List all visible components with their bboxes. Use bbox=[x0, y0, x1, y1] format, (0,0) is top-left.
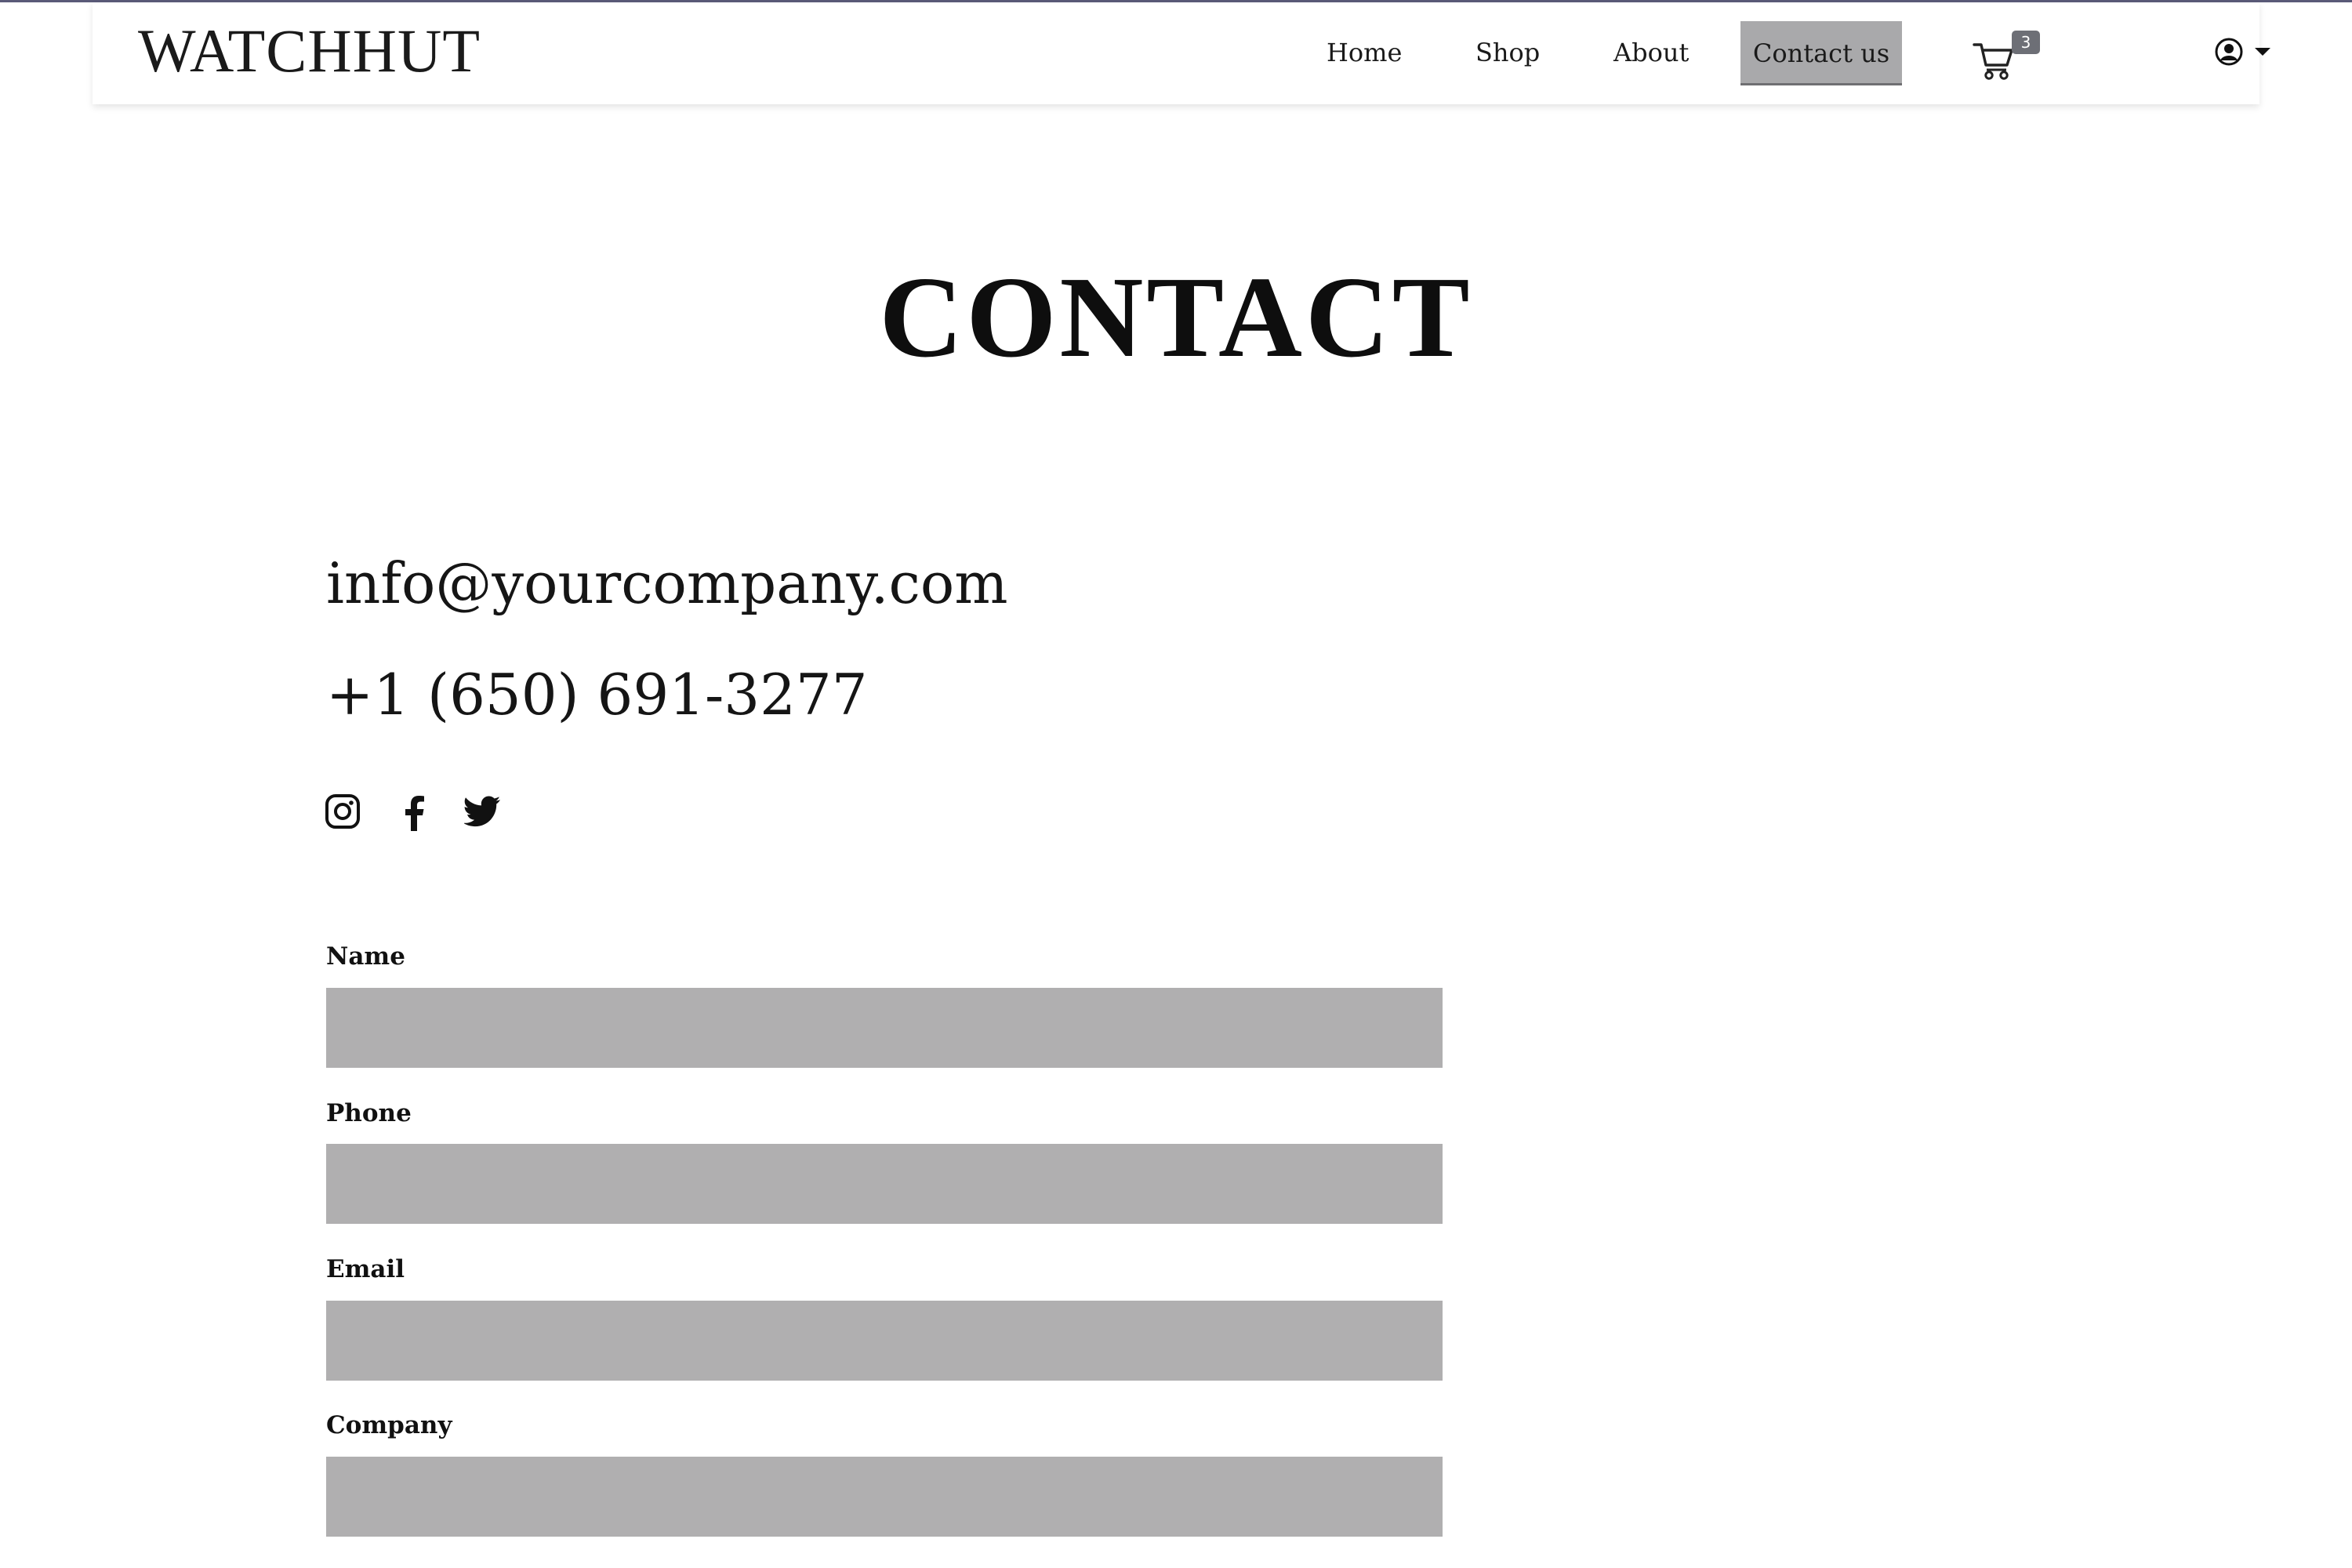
email-label: Email bbox=[326, 1255, 405, 1283]
nav-link-shop[interactable]: Shop bbox=[1475, 31, 1540, 74]
cart-count-badge: 3 bbox=[2012, 31, 2040, 54]
user-circle-icon bbox=[2215, 38, 2243, 66]
email-input[interactable] bbox=[326, 1301, 1443, 1381]
facebook-link[interactable] bbox=[397, 793, 436, 833]
phone-label: Phone bbox=[326, 1099, 412, 1127]
nav-link-contact-us[interactable]: Contact us bbox=[1740, 21, 1902, 85]
company-input[interactable] bbox=[326, 1457, 1443, 1537]
name-label: Name bbox=[326, 942, 405, 971]
instagram-link[interactable] bbox=[325, 793, 364, 833]
page-title: CONTACT bbox=[879, 253, 1473, 382]
twitter-icon bbox=[463, 796, 500, 827]
nav-link-home[interactable]: Home bbox=[1327, 31, 1402, 74]
user-menu-button[interactable] bbox=[2214, 37, 2277, 68]
phone-input[interactable] bbox=[326, 1144, 1443, 1224]
cart-icon bbox=[1973, 43, 2013, 80]
contact-email[interactable]: info@yourcompany.com bbox=[326, 543, 1007, 624]
navbar: WATCHHUT Home Shop About Contact us 3 bbox=[93, 2, 2270, 104]
twitter-link[interactable] bbox=[463, 793, 503, 833]
caret-down-icon bbox=[2255, 48, 2270, 56]
brand-logo[interactable]: WATCHHUT bbox=[138, 15, 481, 87]
company-label: Company bbox=[326, 1411, 452, 1439]
facebook-icon bbox=[405, 796, 424, 831]
nav-link-about[interactable]: About bbox=[1613, 31, 1689, 74]
name-input[interactable] bbox=[326, 988, 1443, 1068]
contact-phone[interactable]: +1 (650) 691-3277 bbox=[326, 654, 868, 735]
instagram-icon bbox=[325, 794, 360, 829]
